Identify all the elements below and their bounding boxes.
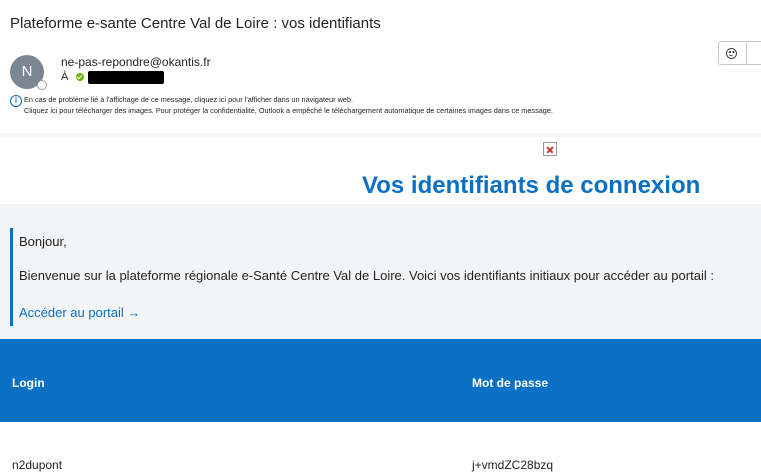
info-icon: i — [10, 95, 22, 107]
greeting: Bonjour, — [19, 234, 67, 249]
table-row — [0, 422, 761, 473]
welcome-text: Bienvenue sur la plateforme régionale e-… — [19, 268, 714, 283]
images-blocked-notice[interactable]: Cliquez ici pour télécharger des images.… — [24, 106, 553, 115]
portal-link[interactable]: Accéder au portail → — [19, 305, 140, 320]
login-column-header: Login — [12, 376, 45, 390]
redacted-recipient[interactable] — [88, 70, 165, 84]
password-value: j+vmdZC28bzq — [472, 458, 554, 472]
headline: Vos identifiants de connexion — [362, 172, 701, 199]
password-column-header: Mot de passe — [472, 376, 549, 390]
reaction-toolbar — [718, 41, 761, 65]
to-label: À — [61, 71, 69, 83]
login-value: n2dupont — [12, 458, 63, 472]
avatar-status-icon — [37, 80, 47, 90]
sender-address[interactable]: ne-pas-repondre@okantis.fr — [61, 55, 211, 69]
email-subject: Plateforme e-sante Centre Val de Loire :… — [10, 15, 381, 32]
presence-check-icon — [76, 73, 85, 81]
toolbar-divider — [746, 41, 747, 65]
credentials-table-header — [0, 339, 761, 422]
smiley-icon[interactable] — [726, 47, 737, 59]
browser-view-notice[interactable]: En cas de problème lié à l'affichage de … — [24, 95, 353, 104]
broken-image-icon — [543, 142, 557, 156]
recipient-line: À — [61, 70, 165, 84]
